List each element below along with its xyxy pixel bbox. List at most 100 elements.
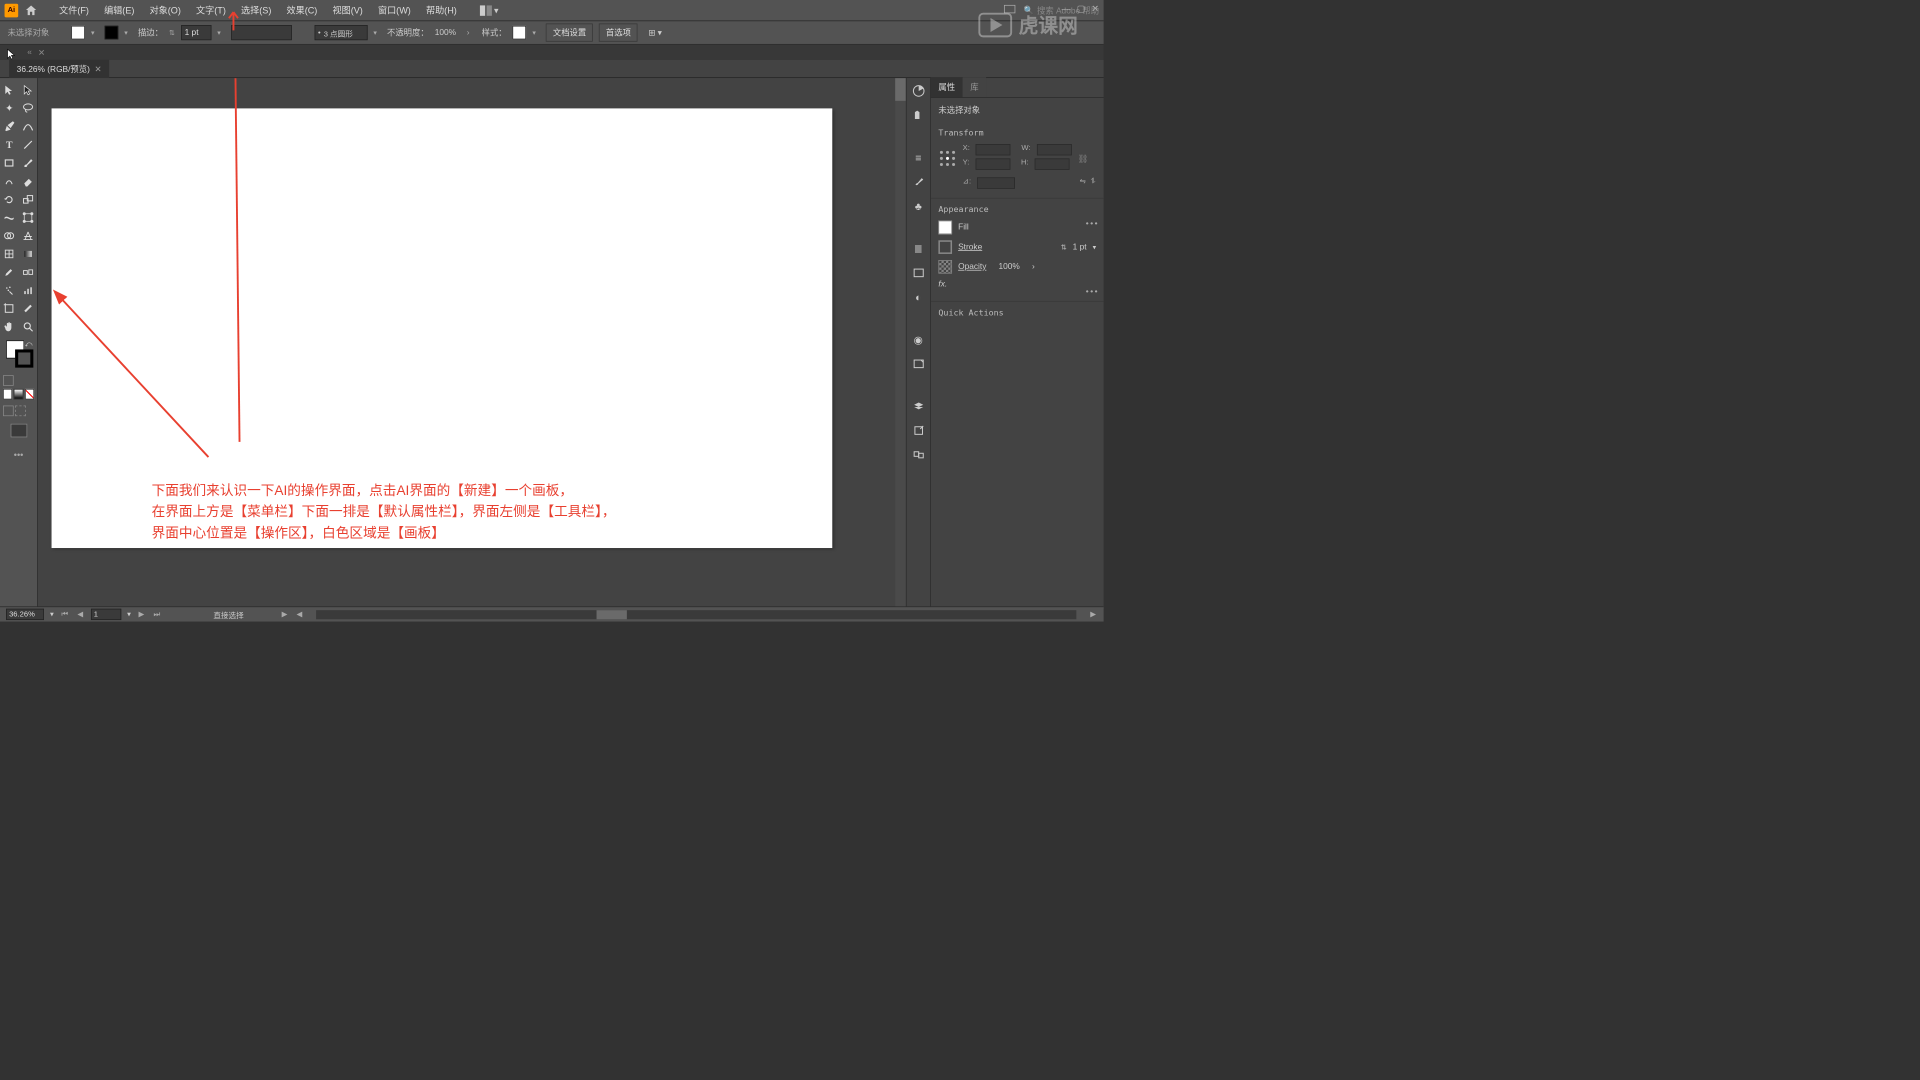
para-panel-icon[interactable]: ≣ [910, 240, 927, 257]
lasso-tool[interactable] [19, 99, 38, 117]
line-tool[interactable] [19, 136, 38, 154]
doc-close-icon[interactable]: ✕ [95, 65, 102, 74]
menu-view[interactable]: 视图(V) [325, 0, 370, 20]
color-mode-gradient[interactable] [14, 389, 23, 400]
menu-effect[interactable]: 效果(C) [279, 0, 325, 20]
swap-icon[interactable]: ⤺ [24, 340, 32, 348]
gradient-tool[interactable] [19, 245, 38, 263]
fill-swatch[interactable] [71, 26, 85, 40]
default-fill-icon[interactable] [3, 375, 14, 386]
opacity-value[interactable]: 100% [435, 28, 456, 37]
align-icon[interactable]: ⊞ ▾ [648, 28, 661, 38]
color-mode-none[interactable] [25, 389, 34, 400]
stroke-weight-input[interactable] [181, 25, 211, 40]
appearance-stroke-swatch[interactable] [938, 240, 952, 254]
menu-help[interactable]: 帮助(H) [418, 0, 464, 20]
doc-setup-button[interactable]: 文档设置 [546, 23, 593, 41]
next-artboard-icon[interactable]: ▶ [137, 610, 146, 618]
brushes-panel-icon[interactable] [910, 174, 927, 191]
tab-handle[interactable]: « [27, 48, 32, 57]
rotate-tool[interactable] [0, 190, 19, 208]
reference-point-icon[interactable] [938, 149, 956, 167]
menu-edit[interactable]: 编辑(E) [97, 0, 142, 20]
menu-object[interactable]: 对象(O) [142, 0, 188, 20]
appearance-stroke-value[interactable]: 1 pt [1073, 243, 1087, 252]
flip-h-icon[interactable]: ⇋ [1080, 177, 1086, 188]
links-panel-icon[interactable] [910, 446, 927, 463]
brush-select[interactable]: •3 点圆形 [314, 25, 367, 40]
type-tool[interactable]: T [0, 136, 19, 154]
transform-y-input[interactable] [975, 158, 1010, 169]
transform-angle-input[interactable] [977, 177, 1015, 188]
scale-tool[interactable] [19, 190, 38, 208]
screen-mode-button[interactable] [10, 424, 27, 438]
tab-properties[interactable]: 属性 [931, 77, 963, 97]
mesh-tool[interactable] [0, 245, 19, 263]
stroke-panel-icon[interactable]: ≡ [910, 149, 927, 166]
tab-libraries[interactable]: 库 [963, 77, 986, 97]
swatches-panel-icon[interactable] [910, 107, 927, 124]
artboard-number-input[interactable] [91, 609, 121, 620]
transform-x-input[interactable] [976, 144, 1011, 155]
link-wh-icon[interactable]: ⛓ [1077, 153, 1088, 163]
last-artboard-icon[interactable]: ⏭ [152, 610, 162, 618]
graph-tool[interactable] [19, 281, 38, 299]
home-icon[interactable] [24, 3, 38, 17]
appearance-fx-label[interactable]: fx. [938, 280, 947, 289]
vertical-scrollbar[interactable] [895, 78, 906, 609]
magic-wand-tool[interactable]: ✦ [0, 99, 19, 117]
layers-panel-icon[interactable] [910, 398, 927, 415]
appearance-panel-icon[interactable]: ◉ [910, 331, 927, 348]
hand-tool[interactable] [0, 318, 19, 336]
eraser-tool[interactable] [19, 172, 38, 190]
perspective-tool[interactable] [19, 227, 38, 245]
stroke-swatch[interactable] [105, 26, 119, 40]
width-tool[interactable] [0, 208, 19, 226]
tab-close-icon[interactable]: ✕ [38, 47, 45, 57]
free-transform-tool[interactable] [19, 208, 38, 226]
asset-panel-icon[interactable] [910, 356, 927, 373]
draw-behind-icon[interactable] [15, 406, 26, 417]
appearance-opacity-value[interactable]: 100% [999, 262, 1020, 271]
arrange-icon[interactable]: ▾ [480, 5, 499, 16]
style-swatch[interactable] [513, 26, 527, 40]
menu-window[interactable]: 窗口(W) [370, 0, 418, 20]
selection-tool[interactable] [0, 81, 19, 99]
color-panel-icon[interactable] [910, 83, 927, 100]
fill-stroke-indicator[interactable]: ⤺ [3, 340, 34, 370]
rectangle-tool[interactable] [0, 154, 19, 172]
flip-v-icon[interactable]: ⥮ [1091, 177, 1097, 188]
pen-tool[interactable] [0, 117, 19, 135]
slice-tool[interactable] [19, 299, 38, 317]
appearance-more-icon[interactable]: ••• [1086, 287, 1099, 296]
artboard-tool[interactable] [0, 299, 19, 317]
appearance-fill-swatch[interactable] [938, 221, 952, 235]
direct-selection-tool[interactable] [19, 81, 38, 99]
draw-normal-icon[interactable] [3, 406, 14, 417]
blend-tool[interactable] [19, 263, 38, 281]
toolbox-more-icon[interactable]: ••• [0, 449, 37, 460]
shape-builder-tool[interactable] [0, 227, 19, 245]
shaper-tool[interactable] [0, 172, 19, 190]
prev-artboard-icon[interactable]: ◀ [76, 610, 85, 618]
symbols-panel-icon[interactable]: ♣ [910, 198, 927, 215]
stroke-profile[interactable] [231, 25, 292, 40]
zoom-tool[interactable] [19, 318, 38, 336]
curvature-tool[interactable] [19, 117, 38, 135]
align-panel-icon[interactable] [910, 265, 927, 282]
transparency-panel-icon[interactable]: ◐ [910, 289, 927, 306]
zoom-input[interactable] [6, 609, 44, 620]
appearance-opacity-swatch[interactable] [938, 260, 952, 274]
menu-select[interactable]: 选择(S) [233, 0, 278, 20]
symbol-sprayer-tool[interactable] [0, 281, 19, 299]
prefs-button[interactable]: 首选项 [599, 23, 638, 41]
artboards-panel-icon[interactable] [910, 422, 927, 439]
menu-file[interactable]: 文件(F) [52, 0, 97, 20]
horizontal-scrollbar[interactable] [316, 610, 1077, 619]
brush-tool[interactable] [19, 154, 38, 172]
document-tab[interactable]: 36.26% (RGB/预览) ✕ [9, 60, 109, 78]
menu-type[interactable]: 文字(T) [188, 0, 233, 20]
color-mode-solid[interactable] [3, 389, 12, 400]
first-artboard-icon[interactable]: ⏮ [60, 610, 70, 618]
transform-h-input[interactable] [1035, 158, 1070, 169]
